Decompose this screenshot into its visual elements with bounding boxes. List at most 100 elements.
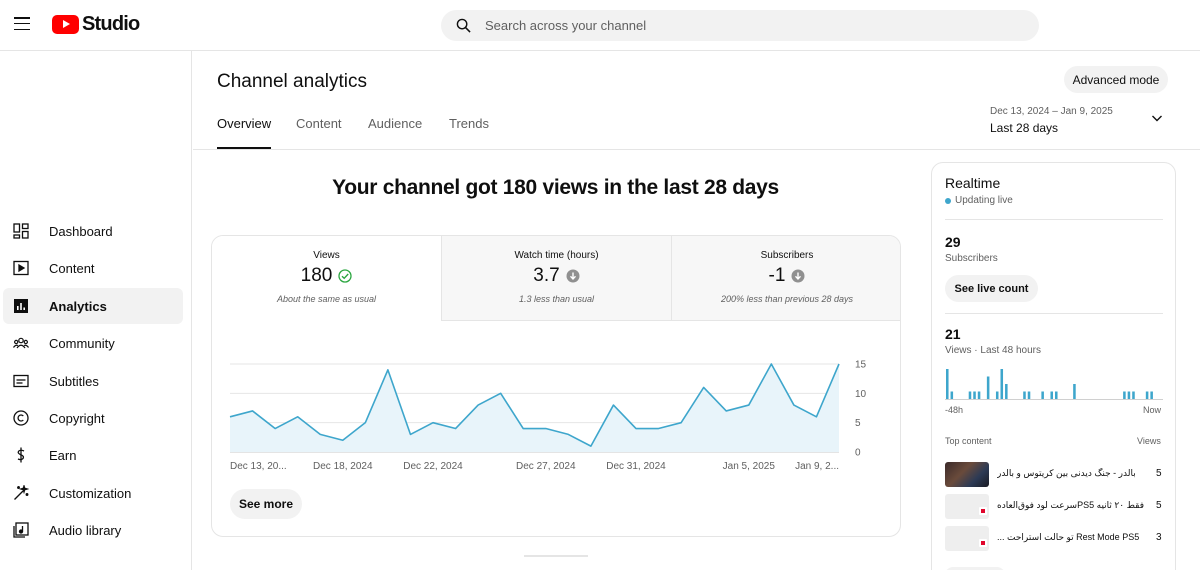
- carousel-indicator: [524, 555, 588, 557]
- video-views: 3: [1156, 532, 1162, 543]
- x-tick-label: Dec 31, 2024: [606, 461, 666, 472]
- sidebar-item-customization[interactable]: Customization: [3, 475, 183, 511]
- realtime-bar: [986, 376, 990, 399]
- top-content-label: Top content: [945, 436, 992, 446]
- realtime-bar: [1055, 391, 1058, 399]
- see-live-count-button[interactable]: See live count: [945, 275, 1038, 302]
- x-tick-label: Dec 13, 20...: [230, 461, 287, 472]
- realtime-status: Updating live: [945, 195, 1013, 206]
- analytics-icon: [14, 299, 28, 313]
- menu-icon[interactable]: [14, 17, 30, 31]
- metric-value: 3.7: [533, 265, 560, 286]
- y-tick-label: 5: [855, 418, 861, 429]
- realtime-bar: [1000, 369, 1004, 399]
- axis-end-label: Now: [1143, 405, 1162, 415]
- sidebar-item-audio-library[interactable]: Audio library: [3, 512, 183, 548]
- realtime-card: Realtime Updating live 29 Subscribers Se…: [931, 162, 1176, 570]
- live-dot-icon: [945, 197, 951, 204]
- sidebar-item-label: Earn: [49, 447, 77, 463]
- subscriber-count: 29: [945, 234, 961, 250]
- realtime-bar: [1123, 391, 1126, 399]
- top-bar: Studio: [0, 0, 1200, 51]
- x-tick-label: Dec 18, 2024: [313, 461, 373, 472]
- realtime-bar: [1150, 391, 1153, 399]
- tab-content[interactable]: Content: [296, 116, 342, 149]
- realtime-bar: [946, 369, 949, 399]
- video-title: بالدر - جنگ دیدنی بین کریتوس و بالدر: [997, 468, 1136, 478]
- video-thumbnail: [945, 462, 989, 487]
- sidebar-item-label: Audio library: [49, 522, 122, 538]
- video-thumbnail: [945, 494, 989, 519]
- views-headline: Your channel got 180 views in the last 2…: [332, 176, 779, 199]
- sidebar-item-label: Subtitles: [49, 373, 99, 389]
- realtime-bar: [1127, 391, 1131, 399]
- y-tick-label: 0: [855, 448, 861, 459]
- tab-overview[interactable]: Overview: [217, 116, 272, 149]
- date-range-picker[interactable]: Dec 13, 2024 – Jan 9, 2025 Last 28 days: [990, 105, 1170, 137]
- video-views: 5: [1156, 468, 1162, 479]
- top-content-item[interactable]: فقط ۲۰ ثانیه PS5سرعت لود فوق‌العاده 5: [945, 494, 1165, 520]
- sidebar-item-analytics[interactable]: Analytics: [3, 288, 183, 324]
- video-views: 5: [1156, 500, 1162, 511]
- sidebar-item-copyright[interactable]: Copyright: [3, 400, 183, 436]
- page-title: Channel analytics: [217, 71, 367, 92]
- see-more-button[interactable]: See more: [230, 489, 302, 519]
- subtitles-icon: [13, 374, 29, 388]
- realtime-views-bar-chart[interactable]: [945, 368, 1163, 400]
- video-title: فقط ۲۰ ثانیه PS5سرعت لود فوق‌العاده: [997, 500, 1144, 510]
- realtime-bar: [950, 391, 954, 399]
- top-content-item[interactable]: بالدر - جنگ دیدنی بین کریتوس و بالدر 5: [945, 462, 1165, 488]
- content-icon: [13, 260, 29, 276]
- top-content-views-label: Views: [1137, 436, 1161, 446]
- date-range-dates: Dec 13, 2024 – Jan 9, 2025: [990, 106, 1113, 117]
- sidebar-item-label: Analytics: [49, 298, 107, 314]
- metric-views[interactable]: Views 180 About the same as usual: [212, 236, 441, 321]
- advanced-mode-button[interactable]: Advanced mode: [1064, 66, 1168, 93]
- sidebar-item-earn[interactable]: Earn: [3, 437, 183, 473]
- sidebar-item-community[interactable]: Community: [3, 325, 183, 361]
- check-circle-icon: [338, 269, 352, 283]
- metric-label: Views: [313, 250, 340, 261]
- sidebar: Dashboard Content Analytics Community Su…: [0, 51, 192, 570]
- search-bar[interactable]: [441, 10, 1039, 41]
- tab-audience[interactable]: Audience: [368, 116, 422, 149]
- realtime-bar: [1041, 391, 1044, 399]
- metric-subscribers[interactable]: Subscribers -1 200% less than previous 2…: [671, 236, 900, 321]
- realtime-bar: [1132, 391, 1135, 399]
- sidebar-item-subtitles[interactable]: Subtitles: [3, 363, 183, 399]
- axis-start-label: -48h: [945, 405, 964, 415]
- realtime-bar: [995, 391, 999, 399]
- views-line-chart[interactable]: 0 5 10 15 Dec 13, 20... Dec 18, 2024 Dec 22, 2…: [212, 321, 900, 481]
- y-tick-label: 10: [855, 389, 867, 400]
- search-input[interactable]: [485, 10, 1025, 41]
- earn-icon: [17, 447, 25, 463]
- studio-logo[interactable]: Studio: [52, 13, 140, 36]
- youtube-logo-icon: [52, 15, 79, 34]
- metric-value-row: 180: [212, 265, 441, 287]
- chevron-down-icon: [1152, 115, 1162, 122]
- metric-label: Watch time (hours): [514, 250, 599, 261]
- realtime-views-label: Views · Last 48 hours: [945, 345, 1041, 356]
- metric-watch-time[interactable]: Watch time (hours) 3.7 1.3 less than usu…: [441, 236, 671, 321]
- shorts-icon: [979, 539, 987, 547]
- search-icon[interactable]: [456, 18, 471, 33]
- x-tick-label: Dec 22, 2024: [403, 461, 463, 472]
- realtime-bar: [1073, 384, 1076, 399]
- realtime-bar: [1023, 391, 1026, 399]
- sidebar-item-dashboard[interactable]: Dashboard: [3, 213, 183, 249]
- sidebar-item-content[interactable]: Content: [3, 250, 183, 286]
- community-icon: [13, 337, 29, 349]
- x-tick-label: Jan 9, 2...: [795, 461, 839, 472]
- divider: [945, 219, 1163, 220]
- realtime-bar: [973, 391, 976, 399]
- metric-value: 180: [300, 265, 333, 286]
- customization-icon: [14, 485, 29, 500]
- metric-note: 200% less than previous 28 days: [720, 294, 854, 304]
- realtime-title: Realtime: [945, 175, 1001, 191]
- top-content-item[interactable]: Rest Mode PS5 تو حالت استراحت ... 3: [945, 526, 1165, 552]
- realtime-bar: [1145, 391, 1149, 399]
- tab-trends[interactable]: Trends: [449, 116, 489, 149]
- sidebar-item-label: Content: [49, 260, 95, 276]
- sidebar-item-label: Customization: [49, 485, 132, 501]
- logo-text: Studio: [82, 13, 140, 35]
